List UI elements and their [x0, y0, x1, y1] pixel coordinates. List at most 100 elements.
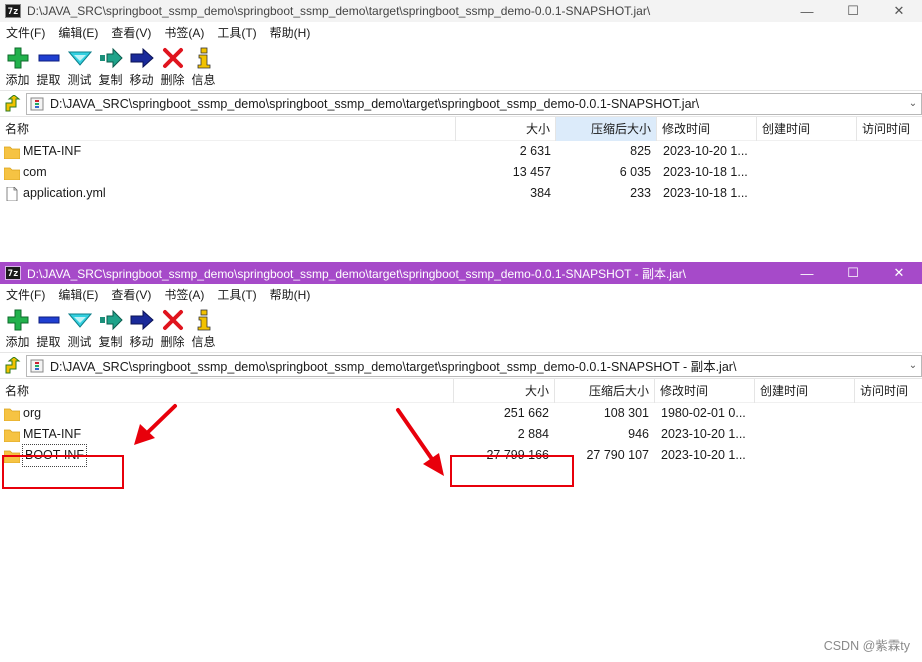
path-field[interactable]: D:\JAVA_SRC\springboot_ssmp_demo\springb… — [26, 354, 922, 377]
minimize-button[interactable]: — — [784, 0, 830, 22]
move-label: 移动 — [129, 73, 154, 87]
extract-button[interactable]: 提取 — [33, 305, 64, 352]
info-button[interactable]: 信息 — [188, 305, 219, 352]
arrow-icon-right — [396, 408, 444, 476]
file-modified: 2023-10-18 1... — [663, 165, 748, 179]
delete-label: 删除 — [160, 73, 185, 87]
file-modified: 1980-02-01 0... — [661, 406, 746, 420]
close-button[interactable]: ✕ — [876, 0, 922, 22]
highlight-box-size — [450, 455, 574, 487]
7zip-app-icon: 7z — [5, 266, 21, 280]
column-modified[interactable]: 修改时间 — [655, 379, 755, 403]
add-button[interactable]: 添加 — [2, 43, 33, 90]
copy-label: 复制 — [98, 335, 123, 349]
column-header: 名称 大小 压缩后大小 修改时间 创建时间 访问时间 — [0, 117, 922, 141]
title-bar[interactable]: 7z D:\JAVA_SRC\springboot_ssmp_demo\spri… — [0, 262, 922, 284]
move-label: 移动 — [129, 335, 154, 349]
column-size[interactable]: 大小 — [456, 117, 556, 141]
menu-bookmarks[interactable]: 书签(A) — [164, 286, 204, 303]
file-list: META-INF 2 631 825 2023-10-20 1... com 1… — [0, 141, 922, 204]
watermark: CSDN @紫霖ty — [823, 639, 910, 653]
arrow-icon-left — [134, 404, 177, 445]
close-button[interactable]: ✕ — [876, 262, 922, 284]
extract-button[interactable]: 提取 — [33, 43, 64, 90]
menu-help[interactable]: 帮助(H) — [270, 286, 311, 303]
table-row[interactable]: com 13 457 6 035 2023-10-18 1... — [0, 162, 922, 183]
move-button[interactable]: 移动 — [126, 43, 157, 90]
window-title: D:\JAVA_SRC\springboot_ssmp_demo\springb… — [27, 4, 651, 18]
file-size: 2 884 — [517, 427, 549, 441]
file-size: 384 — [530, 186, 551, 200]
up-folder-button[interactable] — [0, 92, 26, 116]
add-icon — [6, 46, 30, 70]
test-label: 测试 — [67, 335, 92, 349]
copy-icon — [99, 308, 123, 332]
title-bar[interactable]: 7z D:\JAVA_SRC\springboot_ssmp_demo\spri… — [0, 0, 922, 22]
column-name[interactable]: 名称 — [0, 379, 454, 403]
column-size[interactable]: 大小 — [454, 379, 555, 403]
file-size: 251 662 — [503, 406, 549, 420]
file-packed-size: 6 035 — [619, 165, 651, 179]
add-label: 添加 — [5, 73, 30, 87]
column-accessed[interactable]: 访问时间 — [857, 117, 922, 141]
column-created[interactable]: 创建时间 — [757, 117, 857, 141]
menu-bookmarks[interactable]: 书签(A) — [164, 24, 204, 41]
test-label: 测试 — [67, 73, 92, 87]
move-button[interactable]: 移动 — [126, 305, 157, 352]
file-packed-size: 825 — [630, 144, 651, 158]
test-button[interactable]: 测试 — [64, 305, 95, 352]
delete-button[interactable]: 删除 — [157, 43, 188, 90]
move-icon — [130, 308, 154, 332]
menu-tools[interactable]: 工具(T) — [217, 286, 256, 303]
file-icon — [6, 186, 18, 201]
delete-icon — [161, 308, 185, 332]
chevron-down-icon[interactable]: ⌄ — [905, 94, 921, 114]
7zip-app-icon: 7z — [5, 4, 21, 18]
copy-icon — [99, 46, 123, 70]
add-button[interactable]: 添加 — [2, 305, 33, 352]
column-modified[interactable]: 修改时间 — [657, 117, 757, 141]
maximize-button[interactable]: ☐ — [830, 0, 876, 22]
file-name: META-INF — [23, 144, 82, 158]
menu-edit[interactable]: 编辑(E) — [58, 24, 98, 41]
file-packed-size: 233 — [630, 186, 651, 200]
menu-file[interactable]: 文件(F) — [6, 286, 45, 303]
column-created[interactable]: 创建时间 — [755, 379, 855, 403]
info-button[interactable]: 信息 — [188, 43, 219, 90]
highlight-box-boot-inf — [2, 455, 124, 489]
folder-icon — [4, 146, 20, 159]
table-row[interactable]: META-INF 2 631 825 2023-10-20 1... — [0, 141, 922, 162]
copy-button[interactable]: 复制 — [95, 43, 126, 90]
file-name: application.yml — [23, 186, 106, 200]
menu-view[interactable]: 查看(V) — [111, 24, 151, 41]
menu-view[interactable]: 查看(V) — [111, 286, 151, 303]
maximize-button[interactable]: ☐ — [830, 262, 876, 284]
column-accessed[interactable]: 访问时间 — [855, 379, 922, 403]
path-field[interactable]: D:\JAVA_SRC\springboot_ssmp_demo\springb… — [26, 92, 922, 115]
menu-help[interactable]: 帮助(H) — [270, 24, 311, 41]
column-packed-size[interactable]: 压缩后大小 — [555, 379, 655, 403]
menu-tools[interactable]: 工具(T) — [217, 24, 256, 41]
menu-file[interactable]: 文件(F) — [6, 24, 45, 41]
menu-bar: 文件(F) 编辑(E) 查看(V) 书签(A) 工具(T) 帮助(H) — [0, 22, 922, 43]
minimize-button[interactable]: — — [784, 262, 830, 284]
info-icon — [192, 46, 216, 70]
folder-icon — [4, 408, 20, 421]
archive-icon — [30, 359, 44, 372]
move-icon — [130, 46, 154, 70]
menu-edit[interactable]: 编辑(E) — [58, 286, 98, 303]
copy-button[interactable]: 复制 — [95, 305, 126, 352]
up-folder-button[interactable] — [0, 354, 26, 378]
toolbar: 添加 提取 测试 复制 移动 删除 信息 — [0, 43, 922, 91]
chevron-down-icon[interactable]: ⌄ — [905, 356, 921, 376]
delete-icon — [161, 46, 185, 70]
file-name: org — [23, 406, 42, 420]
delete-button[interactable]: 删除 — [157, 305, 188, 352]
column-packed-size[interactable]: 压缩后大小 — [556, 117, 657, 141]
table-row[interactable]: application.yml 384 233 2023-10-18 1... — [0, 183, 922, 204]
test-button[interactable]: 测试 — [64, 43, 95, 90]
add-label: 添加 — [5, 335, 30, 349]
archive-window-original: 7z D:\JAVA_SRC\springboot_ssmp_demo\spri… — [0, 0, 922, 238]
column-name[interactable]: 名称 — [0, 117, 456, 141]
file-modified: 2023-10-20 1... — [661, 448, 746, 462]
